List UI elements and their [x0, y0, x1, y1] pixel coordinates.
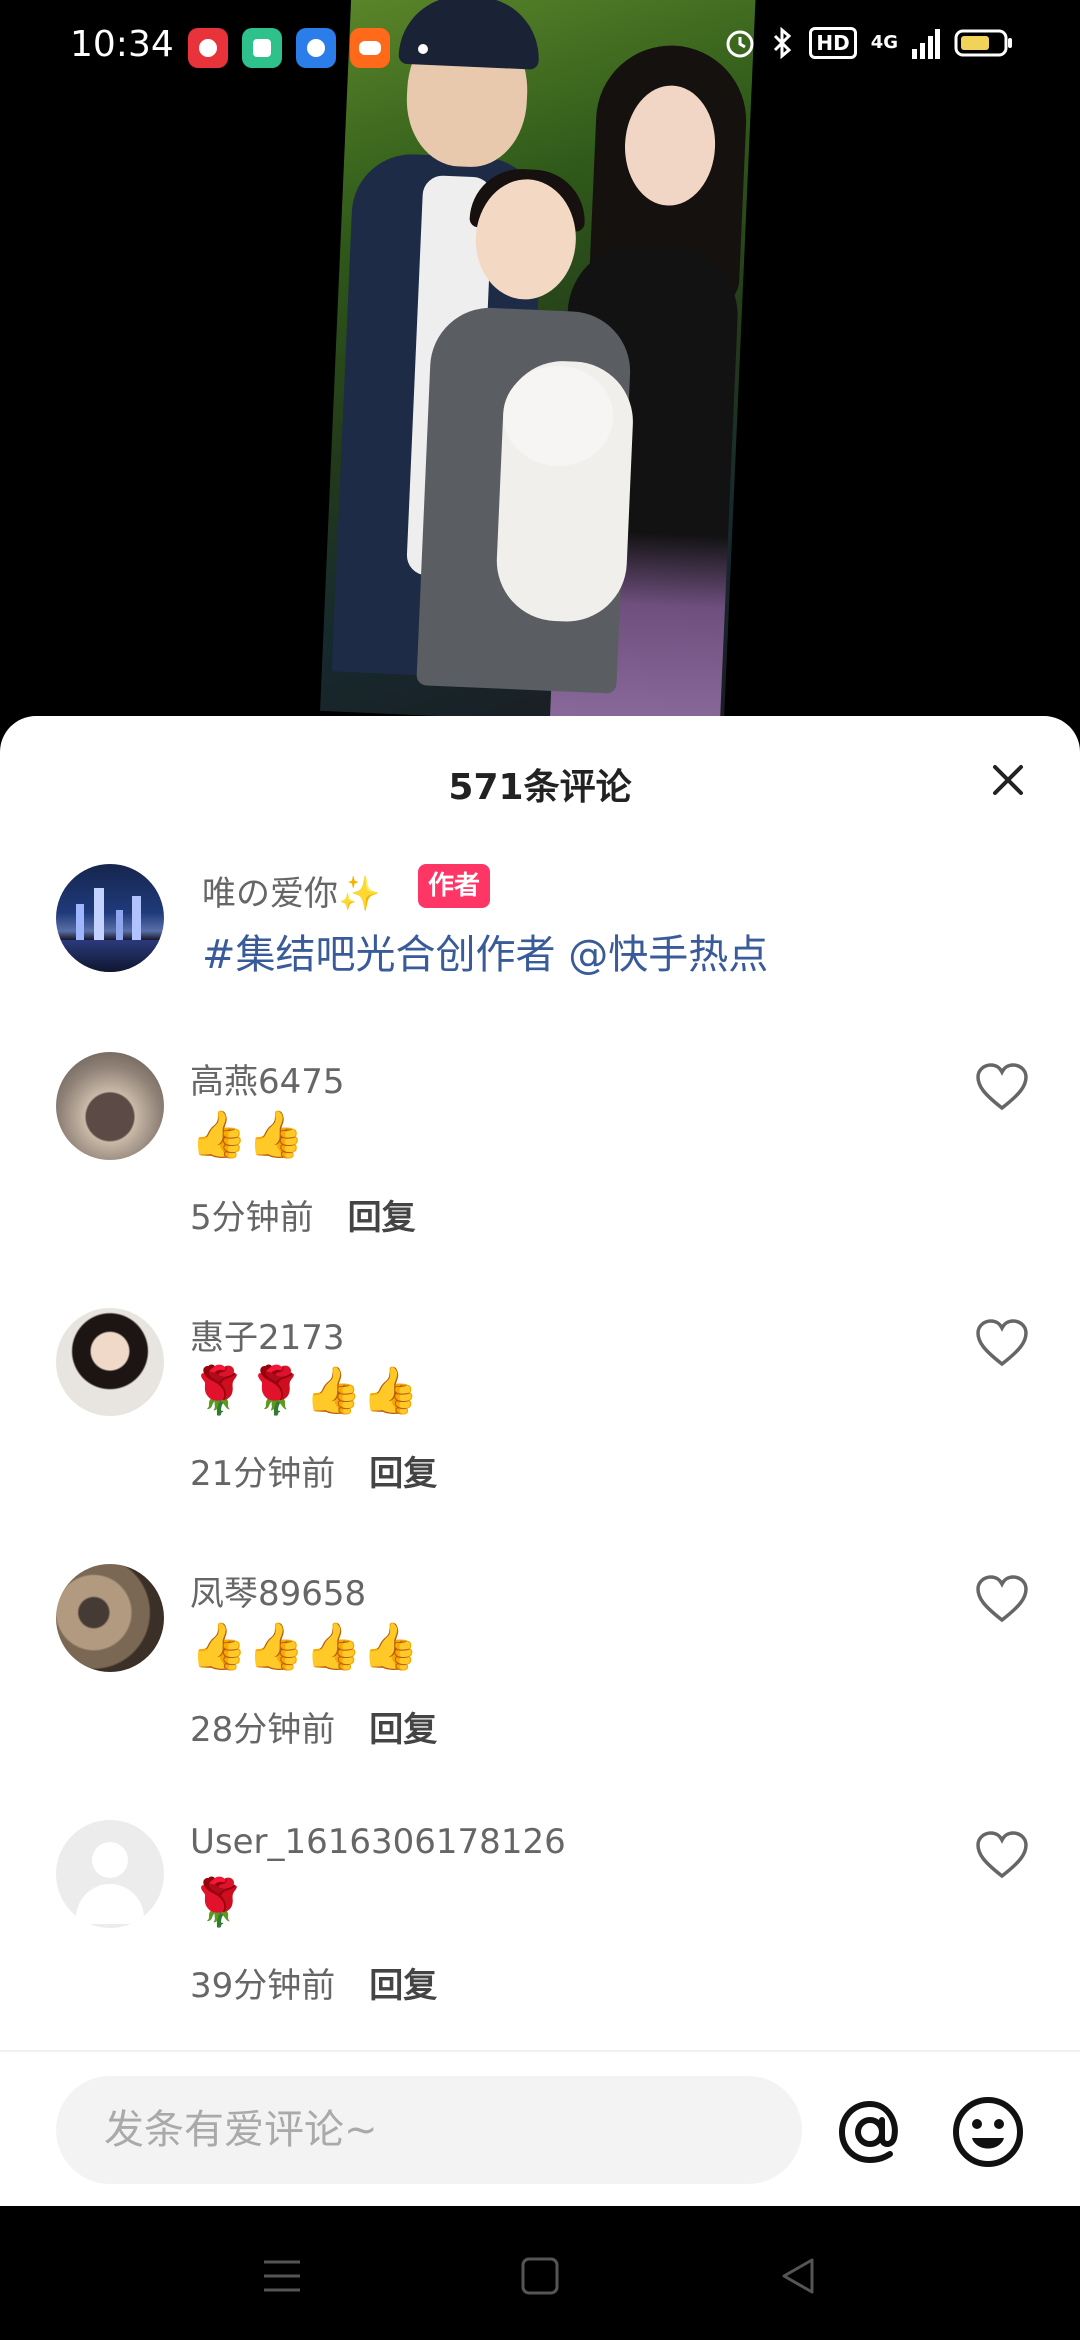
- more-notifications-dot: [418, 44, 428, 54]
- comment-username[interactable]: 高燕6475: [190, 1054, 345, 1103]
- comment-input[interactable]: [56, 2076, 802, 2184]
- comment-item: User_1616306178126 🌹 39分钟前 回复: [56, 1820, 1036, 2020]
- comment-text: 🌹🌹👍👍: [190, 1363, 420, 1417]
- reply-button[interactable]: 回复: [369, 1966, 437, 2006]
- like-heart-icon[interactable]: [974, 1062, 1030, 1112]
- battery-icon: [954, 29, 1012, 57]
- comment-meta: 5分钟前 回复: [190, 1190, 416, 1239]
- video-frame-image: [320, 0, 756, 729]
- system-nav-bar: [0, 2206, 1080, 2340]
- author-post-text[interactable]: #集结吧光合创作者 @快手热点: [202, 922, 768, 980]
- signal-icon: [912, 29, 940, 59]
- comment-time: 39分钟前: [190, 1966, 336, 2006]
- like-heart-icon[interactable]: [974, 1574, 1030, 1624]
- comment-text: 👍👍👍👍: [190, 1619, 420, 1673]
- avatar[interactable]: [56, 1820, 164, 1928]
- comment-meta: 21分钟前 回复: [190, 1446, 437, 1495]
- comment-time: 28分钟前: [190, 1710, 336, 1750]
- nav-back-button[interactable]: [768, 2246, 828, 2306]
- comment-time: 21分钟前: [190, 1454, 336, 1494]
- comment-sheet: 571条评论 唯の爱你✨ 作者 #集结吧光合创作者 @快手热点 高燕6475 👍…: [0, 716, 1080, 2206]
- video-player[interactable]: [0, 0, 1080, 760]
- nav-menu-button[interactable]: [252, 2246, 312, 2306]
- reply-button[interactable]: 回复: [348, 1198, 416, 1238]
- comment-meta: 28分钟前 回复: [190, 1702, 437, 1751]
- status-indicators: HD 4G: [723, 26, 1014, 60]
- green-app-icon: [242, 28, 282, 68]
- kuaishou-app-icon: [350, 28, 390, 68]
- avatar[interactable]: [56, 1052, 164, 1160]
- reply-button[interactable]: 回复: [369, 1454, 437, 1494]
- reply-button[interactable]: 回复: [369, 1710, 437, 1750]
- blue-app-icon: [296, 28, 336, 68]
- back-triangle-icon: [782, 2258, 814, 2294]
- comment-username[interactable]: 惠子2173: [190, 1310, 345, 1359]
- status-bar: 10:34 HD 4G: [0, 0, 1080, 96]
- comment-text: 👍👍: [190, 1107, 305, 1161]
- author-post: 唯の爱你✨ 作者 #集结吧光合创作者 @快手热点: [56, 864, 1036, 978]
- video-app-icon: [188, 28, 228, 68]
- network-type: 4G: [870, 32, 898, 53]
- comment-text: 🌹: [190, 1875, 248, 1929]
- nav-home-button[interactable]: [510, 2246, 570, 2306]
- close-icon: [993, 765, 1023, 795]
- comment-meta: 39分钟前 回复: [190, 1958, 437, 2007]
- comment-time: 5分钟前: [190, 1198, 314, 1238]
- emoji-icon[interactable]: [950, 2094, 1026, 2170]
- hd-icon: HD: [809, 27, 857, 59]
- home-square-icon: [521, 2257, 559, 2295]
- notification-icons: [188, 28, 390, 68]
- avatar[interactable]: [56, 1564, 164, 1672]
- like-heart-icon[interactable]: [974, 1830, 1030, 1880]
- status-time: 10:34: [70, 24, 174, 65]
- author-name[interactable]: 唯の爱你✨: [202, 866, 380, 915]
- alarm-icon: [726, 30, 754, 58]
- menu-icon: [264, 2260, 300, 2292]
- comment-item: 凤琴89658 👍👍👍👍 28分钟前 回复: [56, 1564, 1036, 1764]
- comment-username[interactable]: 凤琴89658: [190, 1566, 366, 1615]
- comment-item: 惠子2173 🌹🌹👍👍 21分钟前 回复: [56, 1308, 1036, 1508]
- comment-username[interactable]: User_1616306178126: [190, 1822, 566, 1862]
- comment-input-container[interactable]: [56, 2076, 802, 2184]
- avatar[interactable]: [56, 864, 164, 972]
- comment-count-title: 571条评论: [448, 767, 632, 808]
- close-button[interactable]: [988, 760, 1028, 800]
- author-badge: 作者: [418, 864, 491, 908]
- comment-input-bar: [0, 2050, 1080, 2206]
- mention-at-icon[interactable]: [832, 2094, 908, 2170]
- like-heart-icon[interactable]: [974, 1318, 1030, 1368]
- avatar[interactable]: [56, 1308, 164, 1416]
- comment-item: 高燕6475 👍👍 5分钟前 回复: [56, 1052, 1036, 1252]
- bluetooth-icon: [774, 26, 792, 60]
